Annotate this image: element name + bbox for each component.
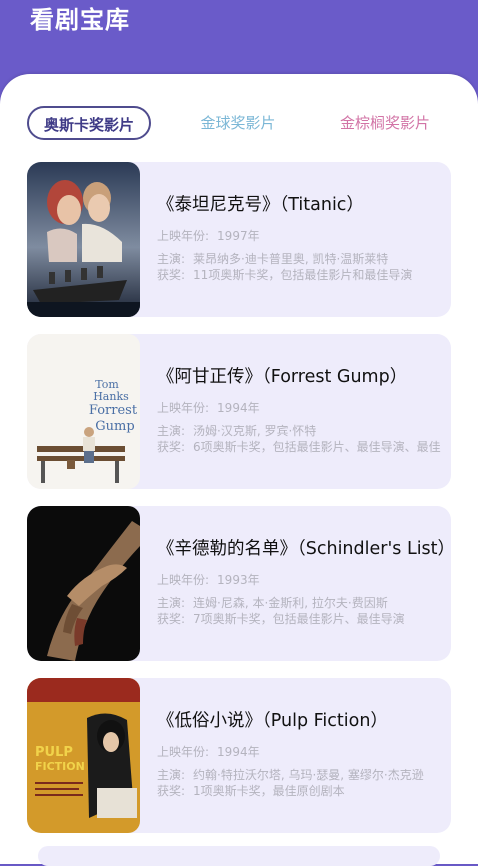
app-title: 看剧宝库 <box>30 6 130 34</box>
movie-info: 《泰坦尼克号》（Titanic） 上映年份: 1997年 主演: 莱昂纳多·迪卡普里… <box>157 194 451 283</box>
movie-title: 《泰坦尼克号》（Titanic） <box>157 195 364 215</box>
svg-text:Forrest: Forrest <box>89 403 138 418</box>
movie-title: 《辛德勒的名单》（Schindler's List） <box>157 539 451 559</box>
movie-cast: 主演: 约翰·特拉沃尔塔, 乌玛·瑟曼, 塞缪尔·杰克逊 <box>157 768 424 782</box>
movie-awards: 获奖: 11项奥斯卡奖，包括最佳影片和最佳导演 <box>157 268 413 282</box>
movie-cast: 主演: 莱昂纳多·迪卡普里奥, 凯特·温斯莱特 <box>157 252 389 266</box>
movie-poster-pulp-fiction: PULP FICTION <box>27 678 140 833</box>
tab-oscar[interactable]: 奥斯卡奖影片 <box>27 106 151 140</box>
movie-card-next-partial[interactable] <box>38 846 440 866</box>
svg-text:FICTION: FICTION <box>35 760 85 773</box>
movie-title: 《低俗小说》（Pulp Fiction） <box>157 711 388 731</box>
movie-year: 上映年份: 1997年 <box>157 229 260 243</box>
movie-card-pulp-fiction[interactable]: PULP FICTION 《低俗小说》（Pulp Fiction） 上映年份: 1… <box>27 678 451 833</box>
tab-palme-dor[interactable]: 金棕榈奖影片 <box>330 106 440 140</box>
movie-title: 《阿甘正传》（Forrest Gump） <box>157 367 408 387</box>
movie-year: 上映年份: 1994年 <box>157 745 260 759</box>
movie-info: 《低俗小说》（Pulp Fiction） 上映年份: 1994年 主演: 约翰·特拉… <box>157 710 451 799</box>
movie-card-titanic[interactable]: 《泰坦尼克号》（Titanic） 上映年份: 1997年 主演: 莱昂纳多·迪卡普里… <box>27 162 451 317</box>
movie-info: 《辛德勒的名单》（Schindler's List） 上映年份: 1993年 主演… <box>157 538 451 627</box>
svg-text:Gump: Gump <box>95 419 134 434</box>
movie-poster-titanic <box>27 162 140 317</box>
movie-card-forrest-gump[interactable]: Tom Hanks Forrest Gump 《阿甘正传》（Forrest Gu… <box>27 334 451 489</box>
svg-text:PULP: PULP <box>35 745 73 760</box>
movie-card-schindlers-list[interactable]: 《辛德勒的名单》（Schindler's List） 上映年份: 1993年 主演… <box>27 506 451 661</box>
movie-poster-schindlers-list <box>27 506 140 661</box>
movie-cast: 主演: 连姆·尼森, 本·金斯利, 拉尔夫·费因斯 <box>157 596 388 610</box>
movie-awards: 获奖: 1项奥斯卡奖，最佳原创剧本 <box>157 784 345 798</box>
movie-poster-forrest-gump: Tom Hanks Forrest Gump <box>27 334 140 489</box>
movie-awards: 获奖: 6项奥斯卡奖，包括最佳影片、最佳导演、最佳 <box>157 440 441 454</box>
movie-awards: 获奖: 7项奥斯卡奖，包括最佳影片、最佳导演 <box>157 612 405 626</box>
movie-cast: 主演: 汤姆·汉克斯, 罗宾·怀特 <box>157 424 317 438</box>
tab-golden-globe[interactable]: 金球奖影片 <box>183 106 293 140</box>
movie-info: 《阿甘正传》（Forrest Gump） 上映年份: 1994年 主演: 汤姆·汉克… <box>157 366 451 455</box>
svg-text:Hanks: Hanks <box>93 390 129 403</box>
movie-year: 上映年份: 1994年 <box>157 401 260 415</box>
movie-year: 上映年份: 1993年 <box>157 573 260 587</box>
